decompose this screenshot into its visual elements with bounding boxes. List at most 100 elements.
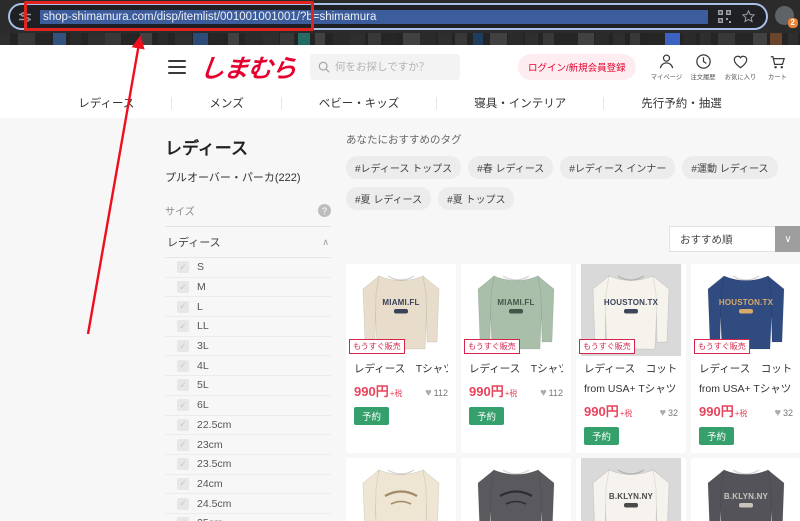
recommended-tag[interactable]: #運動 レディース (682, 156, 778, 179)
product-card[interactable]: B.KLYN.NY もうすぐ販売 レディース Tシャツ 990円 +税 ♥ 48 (576, 458, 686, 521)
size-option-label: 6L (197, 399, 209, 412)
checkbox[interactable]: ✓ (177, 300, 189, 313)
checkbox[interactable]: ✓ (177, 477, 189, 490)
price-row: 990円 +税 ♥ 112 (469, 381, 563, 400)
size-filter-option[interactable]: ✓ 24.5cm (165, 493, 331, 513)
product-image: もうすぐ販売 (346, 458, 456, 521)
product-card[interactable]: B.KLYN.NY もうすぐ販売 レディース Tシャツ 990円 +税 ♥ 48 (691, 458, 800, 521)
favorite-heart-icon[interactable]: ♥ (659, 407, 666, 419)
price-row: 990円 +税 ♥ 32 (584, 401, 678, 420)
size-filter-option[interactable]: ✓ 22.5cm (165, 414, 331, 435)
recommended-tag[interactable]: #レディース トップス (346, 156, 462, 179)
product-card[interactable]: MIAMI.FL もうすぐ販売 レディース Tシャツ 990円 +税 ♥ 112… (461, 264, 571, 453)
size-filter-option[interactable]: ✓ L (165, 296, 331, 316)
address-bar[interactable]: shop-shimamura.com/disp/itemlist/0010010… (8, 3, 768, 30)
favorite-heart-icon[interactable]: ♥ (540, 387, 547, 399)
size-option-label: 3L (197, 340, 209, 353)
product-image: MIAMI.FL もうすぐ販売 (346, 264, 456, 356)
size-filter-option[interactable]: ✓ M (165, 276, 331, 297)
checkbox[interactable]: ✓ (177, 418, 189, 431)
svg-text:MIAMI.FL: MIAMI.FL (382, 298, 419, 307)
size-filter-option[interactable]: ✓ 5L (165, 375, 331, 395)
reserve-badge: 予約 (469, 407, 505, 425)
nav-item[interactable]: ベビー・キッズ (282, 95, 437, 111)
checkbox[interactable]: ✓ (177, 379, 189, 392)
size-group-accordion[interactable]: レディース ∧ (165, 226, 331, 257)
favorite-heart-icon[interactable]: ♥ (774, 407, 781, 419)
price: 990円 (584, 404, 619, 419)
checkbox[interactable]: ✓ (177, 517, 189, 521)
sort-select[interactable]: おすすめ順 ∨ (669, 226, 800, 252)
size-option-label: LL (197, 320, 209, 333)
chevron-down-icon[interactable]: ∨ (775, 226, 800, 252)
checkbox[interactable]: ✓ (177, 458, 189, 471)
search-input[interactable]: 何をお探しですか？ (310, 53, 461, 80)
censored-block (350, 33, 365, 45)
order-history-button[interactable]: 注文履歴 (685, 52, 722, 82)
censored-block (0, 33, 10, 45)
mypage-button[interactable]: マイページ (648, 52, 685, 82)
product-title-line2: from USA+ Tシャツ (584, 383, 677, 395)
help-icon[interactable]: ? (318, 204, 331, 217)
cart-button[interactable]: カート (759, 52, 796, 82)
extension-icon[interactable]: 2 (775, 6, 798, 28)
favorites-button[interactable]: お気に入り (722, 52, 759, 82)
checkbox[interactable]: ✓ (177, 359, 189, 372)
checkbox[interactable]: ✓ (177, 261, 189, 274)
product-card[interactable]: MIAMI.FL もうすぐ販売 レディース Tシャツ 990円 +税 ♥ 112… (346, 264, 456, 453)
nav-item[interactable]: 先行予約・抽選 (604, 95, 759, 111)
content-area: レディース プルオーバー・パーカ(222) サイズ ? レディース ∧ ✓ S … (0, 118, 800, 521)
like-count: 32 (782, 408, 793, 418)
bookmark-star-icon[interactable] (741, 9, 756, 24)
url-text[interactable]: shop-shimamura.com/disp/itemlist/0010010… (40, 9, 708, 24)
size-filter-option[interactable]: ✓ 23.5cm (165, 453, 331, 474)
censored-block (175, 33, 192, 45)
size-filter-option[interactable]: ✓ 6L (165, 394, 331, 415)
checkbox[interactable]: ✓ (177, 399, 189, 412)
login-register-button[interactable]: ログイン/新規会員登録 (518, 53, 636, 80)
size-filter-option[interactable]: ✓ 24cm (165, 473, 331, 494)
logo[interactable]: しまむら (198, 49, 298, 85)
censored-block (542, 33, 554, 45)
size-filter-option[interactable]: ✓ 25cm (165, 512, 331, 521)
size-filter-option[interactable]: ✓ LL (165, 316, 331, 336)
price: 990円 (699, 404, 734, 419)
censored-block (87, 33, 106, 45)
censored-block (577, 33, 594, 45)
size-filter-option[interactable]: ✓ S (165, 257, 331, 277)
checkbox[interactable]: ✓ (177, 438, 189, 451)
size-filter-option[interactable]: ✓ 23cm (165, 434, 331, 454)
favorite-heart-icon[interactable]: ♥ (425, 387, 432, 399)
size-filter-option[interactable]: ✓ 3L (165, 335, 331, 356)
nav-item[interactable]: メンズ (172, 95, 280, 111)
recommended-tag[interactable]: #夏 トップス (438, 187, 515, 210)
recommended-tag[interactable]: #夏 レディース (346, 187, 432, 210)
checkbox[interactable]: ✓ (177, 320, 189, 333)
product-card[interactable]: HOUSTON.TX もうすぐ販売 レディース コットン from USA+ T… (576, 264, 686, 453)
extension-badge: 2 (787, 18, 798, 28)
recommended-tag[interactable]: #春 レディース (468, 156, 554, 179)
size-option-label: 22.5cm (197, 418, 232, 431)
censored-block (17, 33, 35, 45)
product-card[interactable]: もうすぐ販売 レディース コットン from USA+ Tシャツ ♥ (461, 458, 571, 521)
checkbox[interactable]: ✓ (177, 281, 189, 294)
product-grid: MIAMI.FL もうすぐ販売 レディース Tシャツ 990円 +税 ♥ 112… (346, 264, 800, 521)
qr-code-icon[interactable] (718, 10, 731, 23)
price-row: 990円 +税 ♥ 32 (699, 401, 793, 420)
nav-item[interactable]: レディース (41, 95, 171, 111)
checkbox[interactable]: ✓ (177, 497, 189, 510)
recommended-tag[interactable]: #レディース インナー (560, 156, 676, 179)
site-settings-icon[interactable] (18, 10, 32, 24)
menu-button[interactable] (168, 59, 186, 74)
censored-block (420, 33, 436, 45)
censored-block (682, 33, 696, 45)
sort-row: おすすめ順 ∨ (346, 226, 800, 252)
product-card[interactable]: HOUSTON.TX もうすぐ販売 レディース コットン from USA+ T… (691, 264, 800, 453)
product-card[interactable]: もうすぐ販売 レディース コットン from USA+ Tシャツ ♥ (346, 458, 456, 521)
size-filter-option[interactable]: ✓ 4L (165, 355, 331, 375)
checkbox[interactable]: ✓ (177, 340, 189, 353)
category-label: プルオーバー・パーカ(222) (165, 172, 301, 184)
price-row: 990円 +税 ♥ 112 (354, 381, 448, 400)
nav-item[interactable]: 寝具・インテリア (437, 95, 603, 111)
product-image: MIAMI.FL もうすぐ販売 (461, 264, 571, 356)
